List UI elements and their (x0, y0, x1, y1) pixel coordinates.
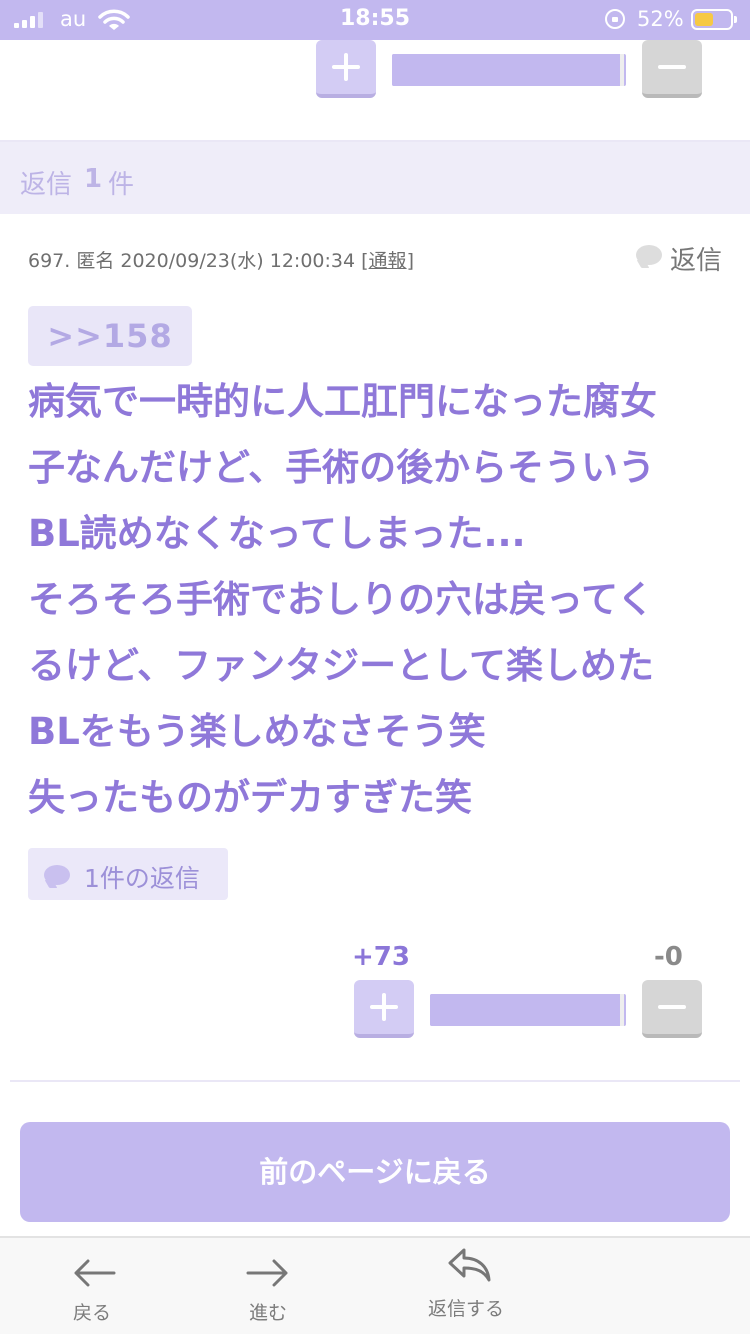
post-meta-info: 697. 匿名 2020/09/23(水) 12:00:34 [ (28, 250, 369, 272)
post-body: 病気で一時的に人工肛門になった腐女 子なんだけど、手術の後からそういう BL読め… (28, 374, 728, 836)
plus-score: +73 (352, 942, 410, 972)
post-meta-close: ] (406, 250, 414, 272)
post-meta: 697. 匿名 2020/09/23(水) 12:00:34 [通報] (28, 246, 414, 273)
minus-score: -0 (654, 942, 683, 972)
reply-header-suffix: 件 (108, 170, 135, 200)
toolbar-reply-button[interactable]: 返信する (420, 1238, 520, 1334)
toolbar-back-button[interactable]: 戻る (50, 1238, 140, 1334)
anchor-link[interactable]: >>158 (28, 306, 192, 366)
status-bar: au 18:55 52% (0, 0, 750, 40)
divider (10, 1080, 740, 1082)
post-body-line: 子なんだけど、手術の後からそういう (28, 446, 656, 489)
arrow-right-icon (246, 1259, 288, 1287)
toolbar-back-label: 戻る (73, 1302, 112, 1324)
reply-header-prefix: 返信 (20, 170, 73, 200)
upvote-button-previous[interactable] (316, 40, 376, 98)
vote-ratio-bar-previous (392, 54, 626, 86)
bottom-toolbar: 戻る 進む 返信する (0, 1236, 750, 1334)
minus-icon (658, 1005, 686, 1009)
replies-button-label: 1件の返信 (84, 864, 200, 893)
post-body-line: 病気で一時的に人工肛門になった腐女 (28, 380, 657, 423)
minus-icon (658, 65, 686, 69)
downvote-button-previous[interactable] (642, 40, 702, 98)
reply-count-header: 返信 1 件 (0, 142, 750, 214)
reply-arrow-icon (448, 1248, 491, 1282)
upvote-button[interactable] (354, 980, 414, 1038)
previous-page-button[interactable]: 前のページに戻る (20, 1122, 730, 1222)
reply-header-count: 1 (84, 164, 103, 194)
toolbar-forward-button[interactable]: 進む (224, 1238, 314, 1334)
post-body-line: るけど、ファンタジーとして楽しめた (28, 644, 655, 687)
report-link[interactable]: 通報 (369, 250, 407, 272)
battery-icon (691, 9, 737, 30)
comment-icon (44, 865, 70, 885)
comment-icon (636, 245, 662, 265)
post-body-line: BL読めなくなってしまった... (28, 512, 526, 555)
post-body-line: そろそろ手術でおしりの穴は戻ってく (28, 578, 655, 621)
downvote-button[interactable] (642, 980, 702, 1038)
post-body-line: BLをもう楽しめなさそう笑 (28, 710, 486, 753)
post-body-line: 失ったものがデカすぎた笑 (28, 776, 472, 819)
reply-link-label: 返信 (670, 246, 723, 276)
replies-button[interactable]: 1件の返信 (28, 848, 228, 900)
battery-percent: 52% (637, 7, 684, 31)
toolbar-reply-label: 返信する (428, 1298, 505, 1320)
rotation-lock-icon (605, 9, 625, 29)
arrow-left-icon (74, 1259, 116, 1287)
vote-ratio-bar (430, 994, 626, 1026)
toolbar-forward-label: 進む (249, 1302, 288, 1324)
